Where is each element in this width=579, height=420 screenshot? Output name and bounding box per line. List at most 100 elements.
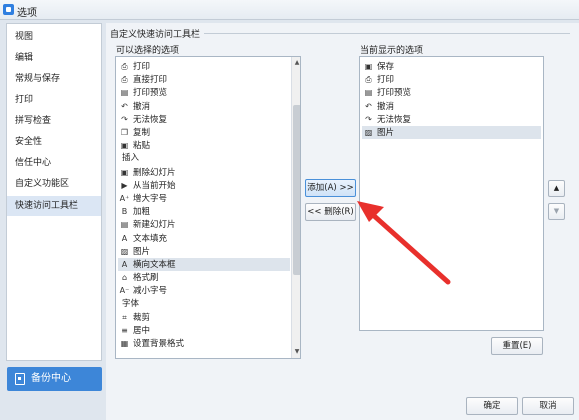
add-button[interactable]: 添加(A) >>: [305, 179, 356, 197]
list-item[interactable]: B 加粗: [118, 205, 290, 218]
list-item-label: 打印预览: [377, 88, 412, 99]
redo-icon: ↷: [121, 114, 128, 124]
list-item[interactable]: ⌂ 格式刷: [118, 271, 290, 284]
sidebar-item-trust-center[interactable]: 信任中心: [7, 153, 101, 173]
new-slide-icon: ▤: [120, 220, 129, 230]
list-item[interactable]: ↷ 无法恢复: [362, 113, 541, 126]
list-item-label: 居中: [133, 326, 151, 336]
list-item[interactable]: ▣ 粘贴: [118, 139, 290, 152]
list-item[interactable]: ↷ 无法恢复: [118, 113, 290, 126]
sidebar-item-quick-access-toolbar[interactable]: 快速访问工具栏: [7, 196, 101, 216]
sidebar-item-view[interactable]: 视图: [7, 27, 101, 47]
list-item[interactable]: A 横向文本框: [118, 258, 290, 272]
backup-icon: [15, 373, 25, 385]
list-item[interactable]: ▣ 删除幻灯片: [118, 166, 290, 179]
format-painter-icon: ⌂: [121, 273, 128, 283]
list-item[interactable]: ⌗ 裁剪: [118, 311, 290, 324]
list-item[interactable]: ⎙ 直接打印: [118, 73, 290, 86]
list-item-label: 无法恢复: [133, 114, 168, 125]
list-item-label: 插入: [122, 153, 140, 164]
list-item-label: 无法恢复: [377, 114, 412, 125]
ok-button[interactable]: 确定: [466, 397, 518, 415]
title-bar: 选项: [0, 0, 579, 20]
sidebar-item-customize-ribbon[interactable]: 自定义功能区: [7, 174, 101, 194]
sidebar-item-print[interactable]: 打印: [7, 90, 101, 110]
print-preview-icon: ▤: [364, 88, 373, 98]
play-icon: ▶: [121, 180, 128, 190]
list-item[interactable]: ▨ 图片: [362, 126, 541, 140]
list-item[interactable]: ❐ 复制: [118, 126, 290, 139]
list-item[interactable]: ▦ 设置背景格式: [118, 337, 290, 350]
delete-slide-icon: ▣: [120, 167, 129, 177]
list-item[interactable]: ▣ 保存: [362, 60, 541, 73]
list-item-label: 设置背景格式: [133, 339, 185, 350]
font-increase-icon: A⁺: [119, 194, 130, 203]
scroll-up-arrow-icon[interactable]: ▲: [292, 57, 300, 69]
image-icon: ▨: [364, 128, 373, 137]
options-sidebar: 视图 编辑 常规与保存 打印 拼写检查 安全性 信任中心 自定义功能区 快速访问…: [6, 23, 102, 361]
available-list-scrollbar[interactable]: ▲ ▼: [291, 57, 300, 358]
print-icon: ⎙: [121, 62, 128, 71]
list-item[interactable]: ▤ 打印预览: [118, 86, 290, 99]
window-title: 选项: [17, 8, 37, 19]
list-item[interactable]: ▶ 从当前开始: [118, 179, 290, 192]
list-item-label: 直接打印: [133, 75, 168, 86]
bold-icon: B: [121, 207, 128, 217]
options-content: 自定义快速访问工具栏 可以选择的选项 当前显示的选项 ⎙ 打印 ⎙ 直接打印 ▤ 打印预览…: [106, 23, 579, 420]
textbox-icon: A: [121, 260, 128, 269]
app-icon: [3, 4, 14, 15]
list-item-label: 撤消: [377, 101, 395, 112]
sidebar-item-spell-check[interactable]: 拼写检查: [7, 111, 101, 131]
crop-icon: ⌗: [122, 312, 127, 322]
direct-print-icon: ⎙: [121, 75, 128, 85]
list-item-label: 复制: [133, 128, 151, 138]
reset-button[interactable]: 重置(E): [491, 337, 543, 355]
scroll-thumb[interactable]: [293, 105, 300, 275]
list-item-label: 从当前开始: [133, 180, 176, 191]
list-item-label: 粘贴: [133, 141, 151, 152]
font-decrease-icon: A⁻: [119, 286, 130, 296]
copy-icon: ❐: [120, 128, 129, 137]
list-item-label: 裁剪: [133, 312, 151, 323]
list-item[interactable]: ▤ 打印预览: [362, 86, 541, 99]
backup-center-button[interactable]: 备份中心: [7, 367, 102, 391]
list-item-label: 减小字号: [133, 286, 168, 297]
paste-icon: ▣: [120, 141, 129, 151]
list-item[interactable]: ▤ 新建幻灯片: [118, 218, 290, 231]
list-item[interactable]: ↶ 撤消: [362, 100, 541, 113]
sidebar-item-security[interactable]: 安全性: [7, 132, 101, 152]
current-options-label: 当前显示的选项: [360, 46, 424, 56]
image-icon: ▨: [120, 246, 129, 256]
remove-button[interactable]: << 删除(R): [305, 203, 356, 221]
save-icon: ▣: [364, 62, 373, 71]
list-item[interactable]: ⎙ 打印: [362, 73, 541, 86]
list-item[interactable]: ⎙ 打印: [118, 60, 290, 73]
move-down-button[interactable]: ▼: [548, 203, 565, 220]
sidebar-item-general-save[interactable]: 常规与保存: [7, 69, 101, 89]
scroll-down-arrow-icon[interactable]: ▼: [292, 346, 300, 358]
cancel-button[interactable]: 取消: [522, 397, 574, 415]
list-item-label: 图片: [133, 246, 151, 257]
list-item[interactable]: A⁻ 减小字号: [118, 284, 290, 297]
list-item[interactable]: ▨ 图片: [118, 245, 290, 258]
list-item-label: 文本填充: [133, 233, 168, 244]
list-item-label: 横向文本框: [133, 260, 176, 270]
print-preview-icon: ▤: [120, 88, 129, 98]
group-title: 自定义快速访问工具栏: [110, 30, 201, 40]
print-icon: ⎙: [365, 75, 372, 85]
background-icon: ▦: [120, 339, 129, 349]
list-item-label: 加粗: [133, 207, 151, 218]
list-item[interactable]: ≡ 居中: [118, 324, 290, 337]
list-item[interactable]: A 文本填充: [118, 232, 290, 245]
list-item[interactable]: A⁺ 增大字号: [118, 192, 290, 205]
available-options-label: 可以选择的选项: [116, 46, 180, 56]
move-up-button[interactable]: ▲: [548, 180, 565, 197]
sidebar-item-edit[interactable]: 编辑: [7, 48, 101, 68]
available-options-list[interactable]: ⎙ 打印 ⎙ 直接打印 ▤ 打印预览 ↶ 撤消 ↷ 无法恢复 ❐ 复制 ▣ 粘贴 插入 ▣ 删除幻灯片 ▶ 从当前开…: [115, 56, 301, 359]
list-item[interactable]: ↶ 撤消: [118, 100, 290, 113]
group-divider: [204, 33, 570, 34]
align-center-icon: ≡: [121, 326, 128, 335]
text-fill-icon: A: [121, 233, 128, 243]
current-options-list[interactable]: ▣ 保存 ⎙ 打印 ▤ 打印预览 ↶ 撤消 ↷ 无法恢复 ▨ 图片: [359, 56, 544, 331]
list-item-label: 格式刷: [133, 273, 159, 284]
